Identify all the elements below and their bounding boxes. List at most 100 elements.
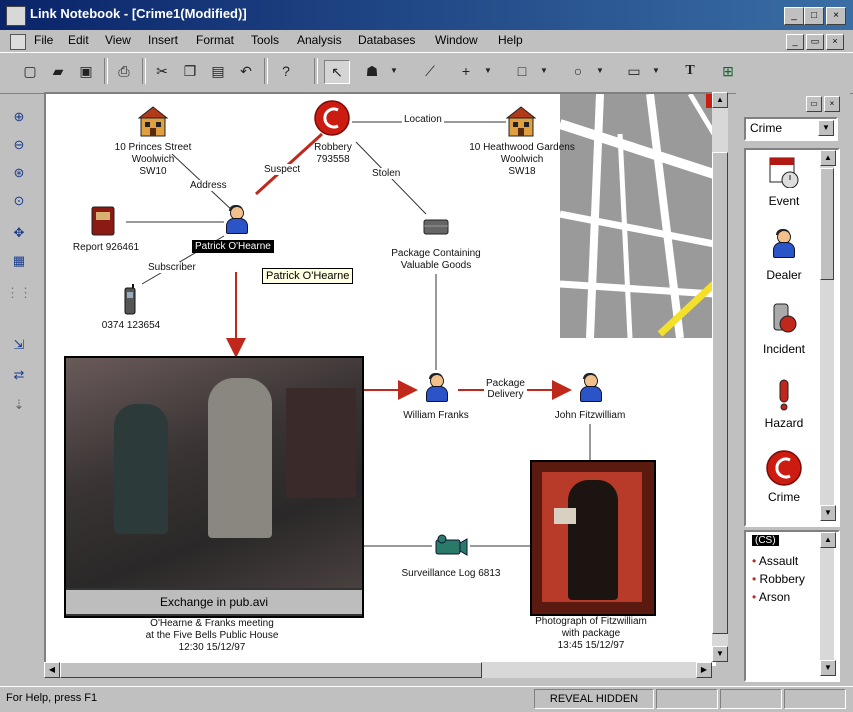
context-help-icon[interactable]: ? (274, 60, 298, 82)
new-icon[interactable]: ▢ (18, 60, 42, 82)
panel-restore-icon[interactable]: ▭ (806, 96, 822, 112)
menu-file[interactable]: File (34, 33, 53, 47)
hazard-icon[interactable] (774, 378, 794, 412)
palette-item-incident[interactable]: Incident (748, 342, 820, 356)
vertical-scrollbar[interactable]: ▲ ▼ (712, 92, 728, 662)
scroll-up-icon[interactable]: ▲ (820, 150, 836, 166)
document-icon[interactable] (10, 34, 26, 50)
zoom-out-icon[interactable]: ⊖ (6, 134, 32, 156)
house-icon[interactable] (138, 106, 168, 138)
save-icon[interactable]: ▣ (74, 60, 98, 82)
crime-icon[interactable] (314, 100, 350, 136)
menu-help[interactable]: Help (498, 33, 523, 47)
palette-item-event[interactable]: Event (748, 194, 820, 208)
list-item[interactable]: • Assault (752, 554, 798, 568)
close-button[interactable]: × (826, 7, 846, 25)
list-item[interactable]: • Robbery (752, 572, 805, 586)
text-tool-icon[interactable]: T (678, 60, 702, 82)
scroll-up-icon[interactable]: ▲ (712, 92, 728, 108)
menu-insert[interactable]: Insert (148, 33, 178, 47)
scroll-right-icon[interactable]: ▶ (696, 662, 712, 678)
window-title: Link Notebook - [Crime1(Modified)] (30, 6, 247, 21)
cut-icon[interactable]: ✂ (150, 60, 174, 82)
chevron-down-icon[interactable]: ▼ (482, 60, 494, 82)
filter-icon[interactable]: ⇣ (6, 394, 32, 416)
open-icon[interactable]: ▰ (46, 60, 70, 82)
zoom-area-icon[interactable]: ⊛ (6, 162, 32, 184)
house-icon[interactable] (506, 106, 536, 138)
menu-tools[interactable]: Tools (251, 33, 279, 47)
print-icon[interactable]: ⎙ (112, 60, 136, 82)
street-map[interactable] (560, 94, 714, 338)
grid-icon[interactable]: ⋮⋮ (6, 282, 32, 304)
video-clip[interactable]: Exchange in pub.avi (64, 356, 364, 618)
pointer-tool-icon[interactable]: ↖ (324, 60, 350, 84)
panel-close-icon[interactable]: × (824, 96, 840, 112)
mdi-close-button[interactable]: × (826, 34, 844, 50)
crime-icon[interactable] (766, 450, 802, 486)
layout-icon[interactable]: ⇄ (6, 364, 32, 386)
scroll-down-icon[interactable]: ▼ (820, 660, 836, 676)
minimize-button[interactable]: _ (784, 7, 804, 25)
menu-databases[interactable]: Databases (358, 33, 415, 47)
chevron-down-icon[interactable]: ▼ (650, 60, 662, 82)
event-icon[interactable] (768, 156, 800, 188)
arrange-icon[interactable]: ⇲ (6, 334, 32, 356)
mobile-phone-icon[interactable] (122, 284, 138, 316)
person-icon[interactable] (225, 205, 248, 236)
palette-item-dealer[interactable]: Dealer (748, 268, 820, 282)
palette-item-crime[interactable]: Crime (748, 490, 820, 504)
vertical-scroll-thumb[interactable] (712, 152, 728, 634)
package-icon[interactable] (422, 216, 450, 238)
list-item[interactable]: • Arson (752, 590, 790, 604)
box-tool-icon[interactable]: ▭ (622, 60, 646, 82)
menu-window[interactable]: Window (435, 33, 478, 47)
dealer-icon[interactable] (772, 229, 795, 260)
horizontal-scrollbar[interactable]: ◀ ▶ (44, 662, 712, 678)
palette-item-hazard[interactable]: Hazard (748, 416, 820, 430)
scroll-up-icon[interactable]: ▲ (820, 532, 836, 548)
report-icon[interactable] (90, 206, 116, 236)
mdi-restore-button[interactable]: ▭ (806, 34, 824, 50)
incident-icon[interactable] (768, 302, 800, 336)
link-tool-icon[interactable]: ⟋ (418, 60, 442, 82)
scroll-down-icon[interactable]: ▼ (820, 505, 836, 521)
patrick-label-selected[interactable]: Patrick O'Hearne (192, 240, 274, 253)
menu-format[interactable]: Format (196, 33, 234, 47)
photograph[interactable] (530, 460, 656, 616)
surveillance-camera-icon[interactable] (434, 534, 468, 558)
zoom-in-icon[interactable]: ⊕ (6, 106, 32, 128)
palette-scroll-thumb[interactable] (820, 168, 834, 280)
undo-icon[interactable]: ↶ (234, 60, 258, 82)
category-select[interactable]: Crime ▼ (744, 117, 838, 141)
menu-analysis[interactable]: Analysis (297, 33, 342, 47)
horizontal-scroll-thumb[interactable] (60, 662, 482, 678)
chevron-down-icon[interactable]: ▼ (594, 60, 606, 82)
rectangle-tool-icon[interactable]: □ (510, 60, 534, 82)
mdi-minimize-button[interactable]: _ (786, 34, 804, 50)
chevron-down-icon[interactable]: ▼ (538, 60, 550, 82)
palette-scrollbar[interactable]: ▲ ▼ (820, 150, 836, 521)
zoom-fit-icon[interactable]: ⊙ (6, 190, 32, 212)
address-label-princes: 10 Princes Street Woolwich SW10 (114, 142, 192, 177)
entity-tool-icon[interactable]: ☗ (360, 60, 384, 82)
chevron-down-icon[interactable]: ▼ (388, 60, 400, 82)
app-icon[interactable] (6, 6, 26, 26)
list-scrollbar[interactable]: ▲ ▼ (820, 532, 836, 676)
frame-tool-icon[interactable]: ⊞ (716, 60, 740, 82)
pan-icon[interactable]: ✥ (6, 222, 32, 244)
maximize-button[interactable]: □ (804, 7, 824, 25)
chevron-down-icon[interactable]: ▼ (818, 120, 834, 136)
person-icon[interactable] (425, 373, 448, 404)
person-icon[interactable] (579, 373, 602, 404)
menu-view[interactable]: View (105, 33, 131, 47)
overview-icon[interactable]: ▦ (6, 250, 32, 272)
scroll-down-icon[interactable]: ▼ (712, 646, 728, 662)
chart-canvas[interactable]: 10 Princes Street Woolwich SW10 Robbery … (44, 92, 716, 666)
copy-icon[interactable]: ❐ (178, 60, 202, 82)
add-tool-icon[interactable]: + (454, 60, 478, 82)
paste-icon[interactable]: ▤ (206, 60, 230, 82)
menu-edit[interactable]: Edit (68, 33, 89, 47)
scroll-left-icon[interactable]: ◀ (44, 662, 60, 678)
circle-tool-icon[interactable]: ○ (566, 60, 590, 82)
